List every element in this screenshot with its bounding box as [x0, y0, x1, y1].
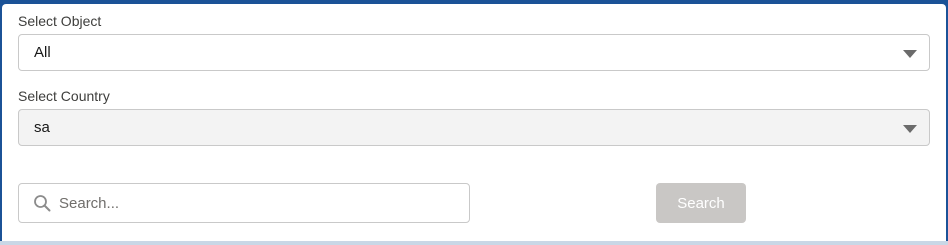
page-bottom-edge	[0, 241, 948, 245]
search-input[interactable]	[57, 185, 461, 221]
chevron-down-icon	[903, 50, 917, 58]
search-button[interactable]: Search	[656, 183, 746, 223]
search-icon	[34, 195, 51, 212]
select-object-value: All	[34, 44, 51, 61]
select-object-label: Select Object	[18, 13, 102, 29]
select-country-label: Select Country	[18, 88, 110, 104]
select-object-dropdown[interactable]: All	[18, 34, 930, 71]
search-field[interactable]	[18, 183, 470, 223]
select-country-dropdown[interactable]: sa	[18, 109, 930, 146]
search-form-panel: Select Object All Select Country sa Sear…	[2, 4, 946, 241]
select-country-value: sa	[34, 119, 50, 136]
chevron-down-icon	[903, 125, 917, 133]
